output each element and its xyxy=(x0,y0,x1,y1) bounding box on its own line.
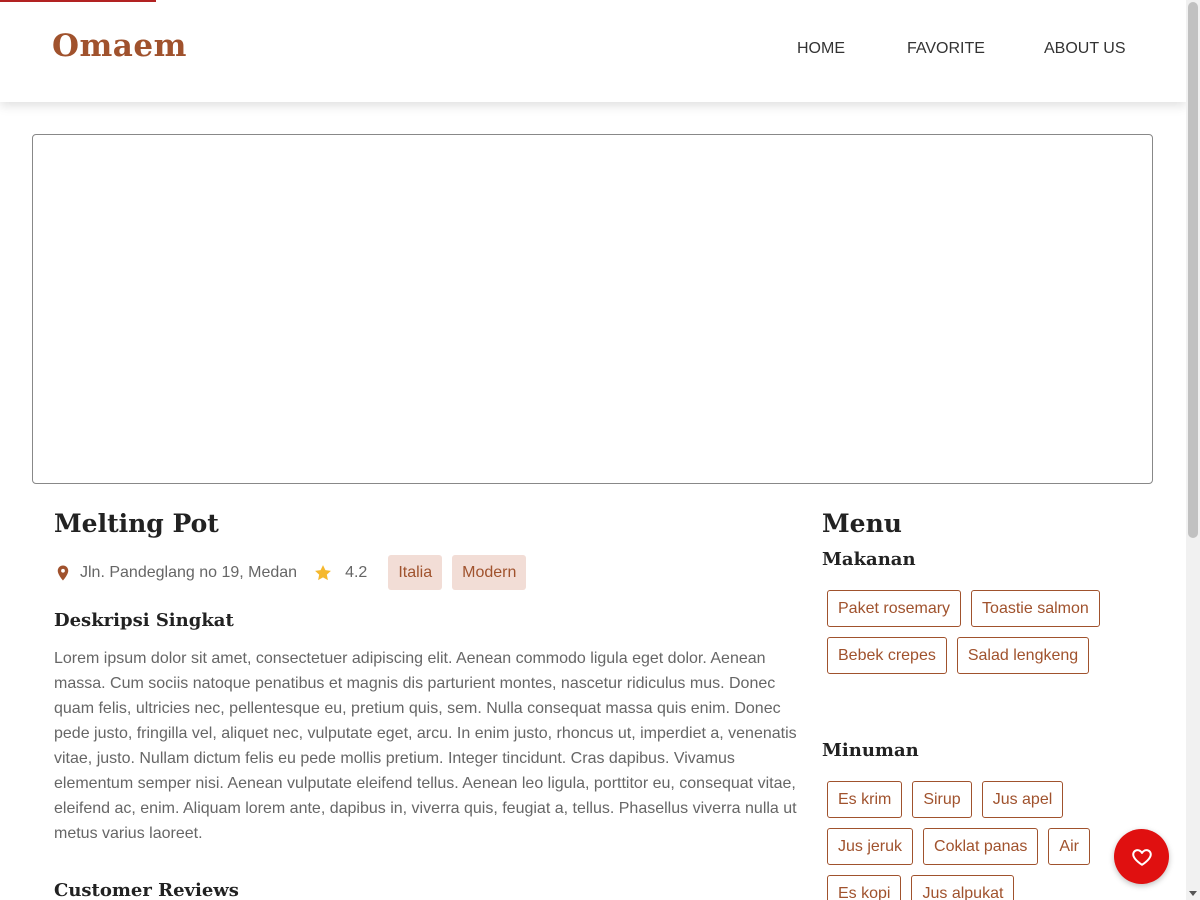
description-text: Lorem ipsum dolor sit amet, consectetuer… xyxy=(54,650,797,842)
scroll-thumb[interactable] xyxy=(1188,2,1198,538)
restaurant-rating: 4.2 xyxy=(345,563,368,581)
restaurant-info-row: Jln. Pandeglang no 19, Medan 4.2 Italia … xyxy=(54,555,536,590)
foods-list: Paket rosemary Toastie salmon Bebek crep… xyxy=(822,585,1142,679)
menu-item-chip: Jus apel xyxy=(981,781,1064,818)
menu-item-chip: Es krim xyxy=(827,781,903,818)
page-scrollbar[interactable] xyxy=(1186,0,1200,900)
menu-item-chip: Es kopi xyxy=(827,875,902,900)
menu-item-chip: Toastie salmon xyxy=(971,590,1100,627)
nav-home-link[interactable]: HOME xyxy=(797,40,845,58)
drinks-heading: Minuman xyxy=(822,740,919,761)
menu-item-chip: Bebek crepes xyxy=(827,637,947,674)
menu-item-chip: Salad lengkeng xyxy=(956,637,1090,674)
menu-item-chip: Jus alpukat xyxy=(911,875,1015,900)
menu-item-chip: Coklat panas xyxy=(923,828,1039,865)
drinks-list: Es krim Sirup Jus apel Jus jeruk Coklat … xyxy=(822,776,1142,900)
heart-icon xyxy=(1131,846,1153,868)
scroll-down-arrow-icon[interactable] xyxy=(1189,891,1197,896)
menu-item-chip: Paket rosemary xyxy=(827,590,962,627)
restaurant-address: Jln. Pandeglang no 19, Medan xyxy=(80,563,298,581)
brand-logo[interactable]: Omaem xyxy=(52,28,187,64)
menu-title: Menu xyxy=(822,509,902,538)
menu-item-chip: Sirup xyxy=(912,781,972,818)
foods-heading: Makanan xyxy=(822,549,916,570)
star-icon xyxy=(313,563,333,583)
nav-about-link[interactable]: ABOUT US xyxy=(1044,40,1126,58)
menu-item-chip: Air xyxy=(1048,828,1090,865)
app-header: Omaem HOME FAVORITE ABOUT US xyxy=(0,0,1186,102)
restaurant-image-placeholder xyxy=(32,134,1153,484)
category-tag: Modern xyxy=(452,555,527,590)
map-pin-icon xyxy=(54,563,72,583)
nav-favorite-link[interactable]: FAVORITE xyxy=(907,40,985,58)
favorite-button[interactable] xyxy=(1114,829,1169,884)
category-tag: Italia xyxy=(388,555,443,590)
menu-item-chip: Jus jeruk xyxy=(827,828,914,865)
reviews-heading: Customer Reviews xyxy=(54,880,239,900)
restaurant-name: Melting Pot xyxy=(54,509,219,538)
description-heading: Deskripsi Singkat xyxy=(54,610,234,631)
loading-indicator xyxy=(0,0,156,2)
